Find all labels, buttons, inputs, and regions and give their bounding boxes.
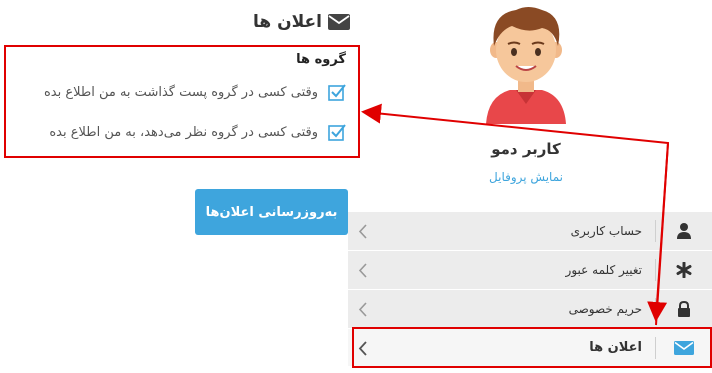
chevron-left-icon: [358, 302, 367, 317]
envelope-icon: [674, 340, 694, 355]
lock-icon: [678, 301, 690, 317]
settings-menu: حساب کاربری تغییر کلمه عبور حریم خصوصی ا…: [348, 212, 712, 367]
asterisk-icon: [676, 262, 692, 278]
group-post-option[interactable]: وقتی کسی در گروه پست گذاشت به من اطلاع ب…: [44, 83, 346, 101]
menu-item-label: اعلان ها: [589, 340, 642, 355]
chevron-left-icon: [358, 341, 367, 356]
chevron-left-icon: [358, 263, 367, 278]
menu-item-notifications[interactable]: اعلان ها: [348, 329, 712, 367]
view-profile-link[interactable]: نمایش پروفایل: [448, 170, 604, 184]
page-title: اعلان ها: [253, 12, 322, 32]
menu-item-change-password[interactable]: تغییر کلمه عبور: [348, 251, 712, 290]
menu-item-label: حریم خصوصی: [568, 302, 642, 316]
groups-heading: گروه ها: [296, 52, 346, 67]
envelope-icon: [328, 14, 350, 30]
menu-item-label: حساب کاربری: [570, 224, 642, 238]
user-icon: [677, 223, 691, 239]
divider: [655, 337, 656, 359]
group-post-option-label: وقتی کسی در گروه پست گذاشت به من اطلاع ب…: [43, 84, 318, 100]
menu-item-privacy[interactable]: حریم خصوصی: [348, 290, 712, 329]
divider: [655, 259, 656, 281]
divider: [655, 298, 656, 320]
checkbox-checked-icon[interactable]: [328, 83, 346, 101]
group-comment-option[interactable]: وقتی کسی در گروه نظر می‌دهد، به من اطلاع…: [49, 123, 346, 141]
avatar: [486, 7, 566, 124]
chevron-left-icon: [358, 224, 367, 239]
menu-item-account[interactable]: حساب کاربری: [348, 212, 712, 251]
checkbox-checked-icon[interactable]: [328, 123, 346, 141]
user-name: کاربر دمو: [491, 140, 561, 158]
notifications-header: اعلان ها: [250, 10, 350, 34]
update-notifications-button[interactable]: به‌روزرسانی اعلان‌ها: [195, 189, 348, 235]
group-comment-option-label: وقتی کسی در گروه نظر می‌دهد، به من اطلاع…: [49, 124, 318, 140]
groups-settings-box: گروه ها وقتی کسی در گروه پست گذاشت به من…: [4, 45, 360, 158]
divider: [655, 220, 656, 242]
menu-item-label: تغییر کلمه عبور: [565, 263, 642, 277]
